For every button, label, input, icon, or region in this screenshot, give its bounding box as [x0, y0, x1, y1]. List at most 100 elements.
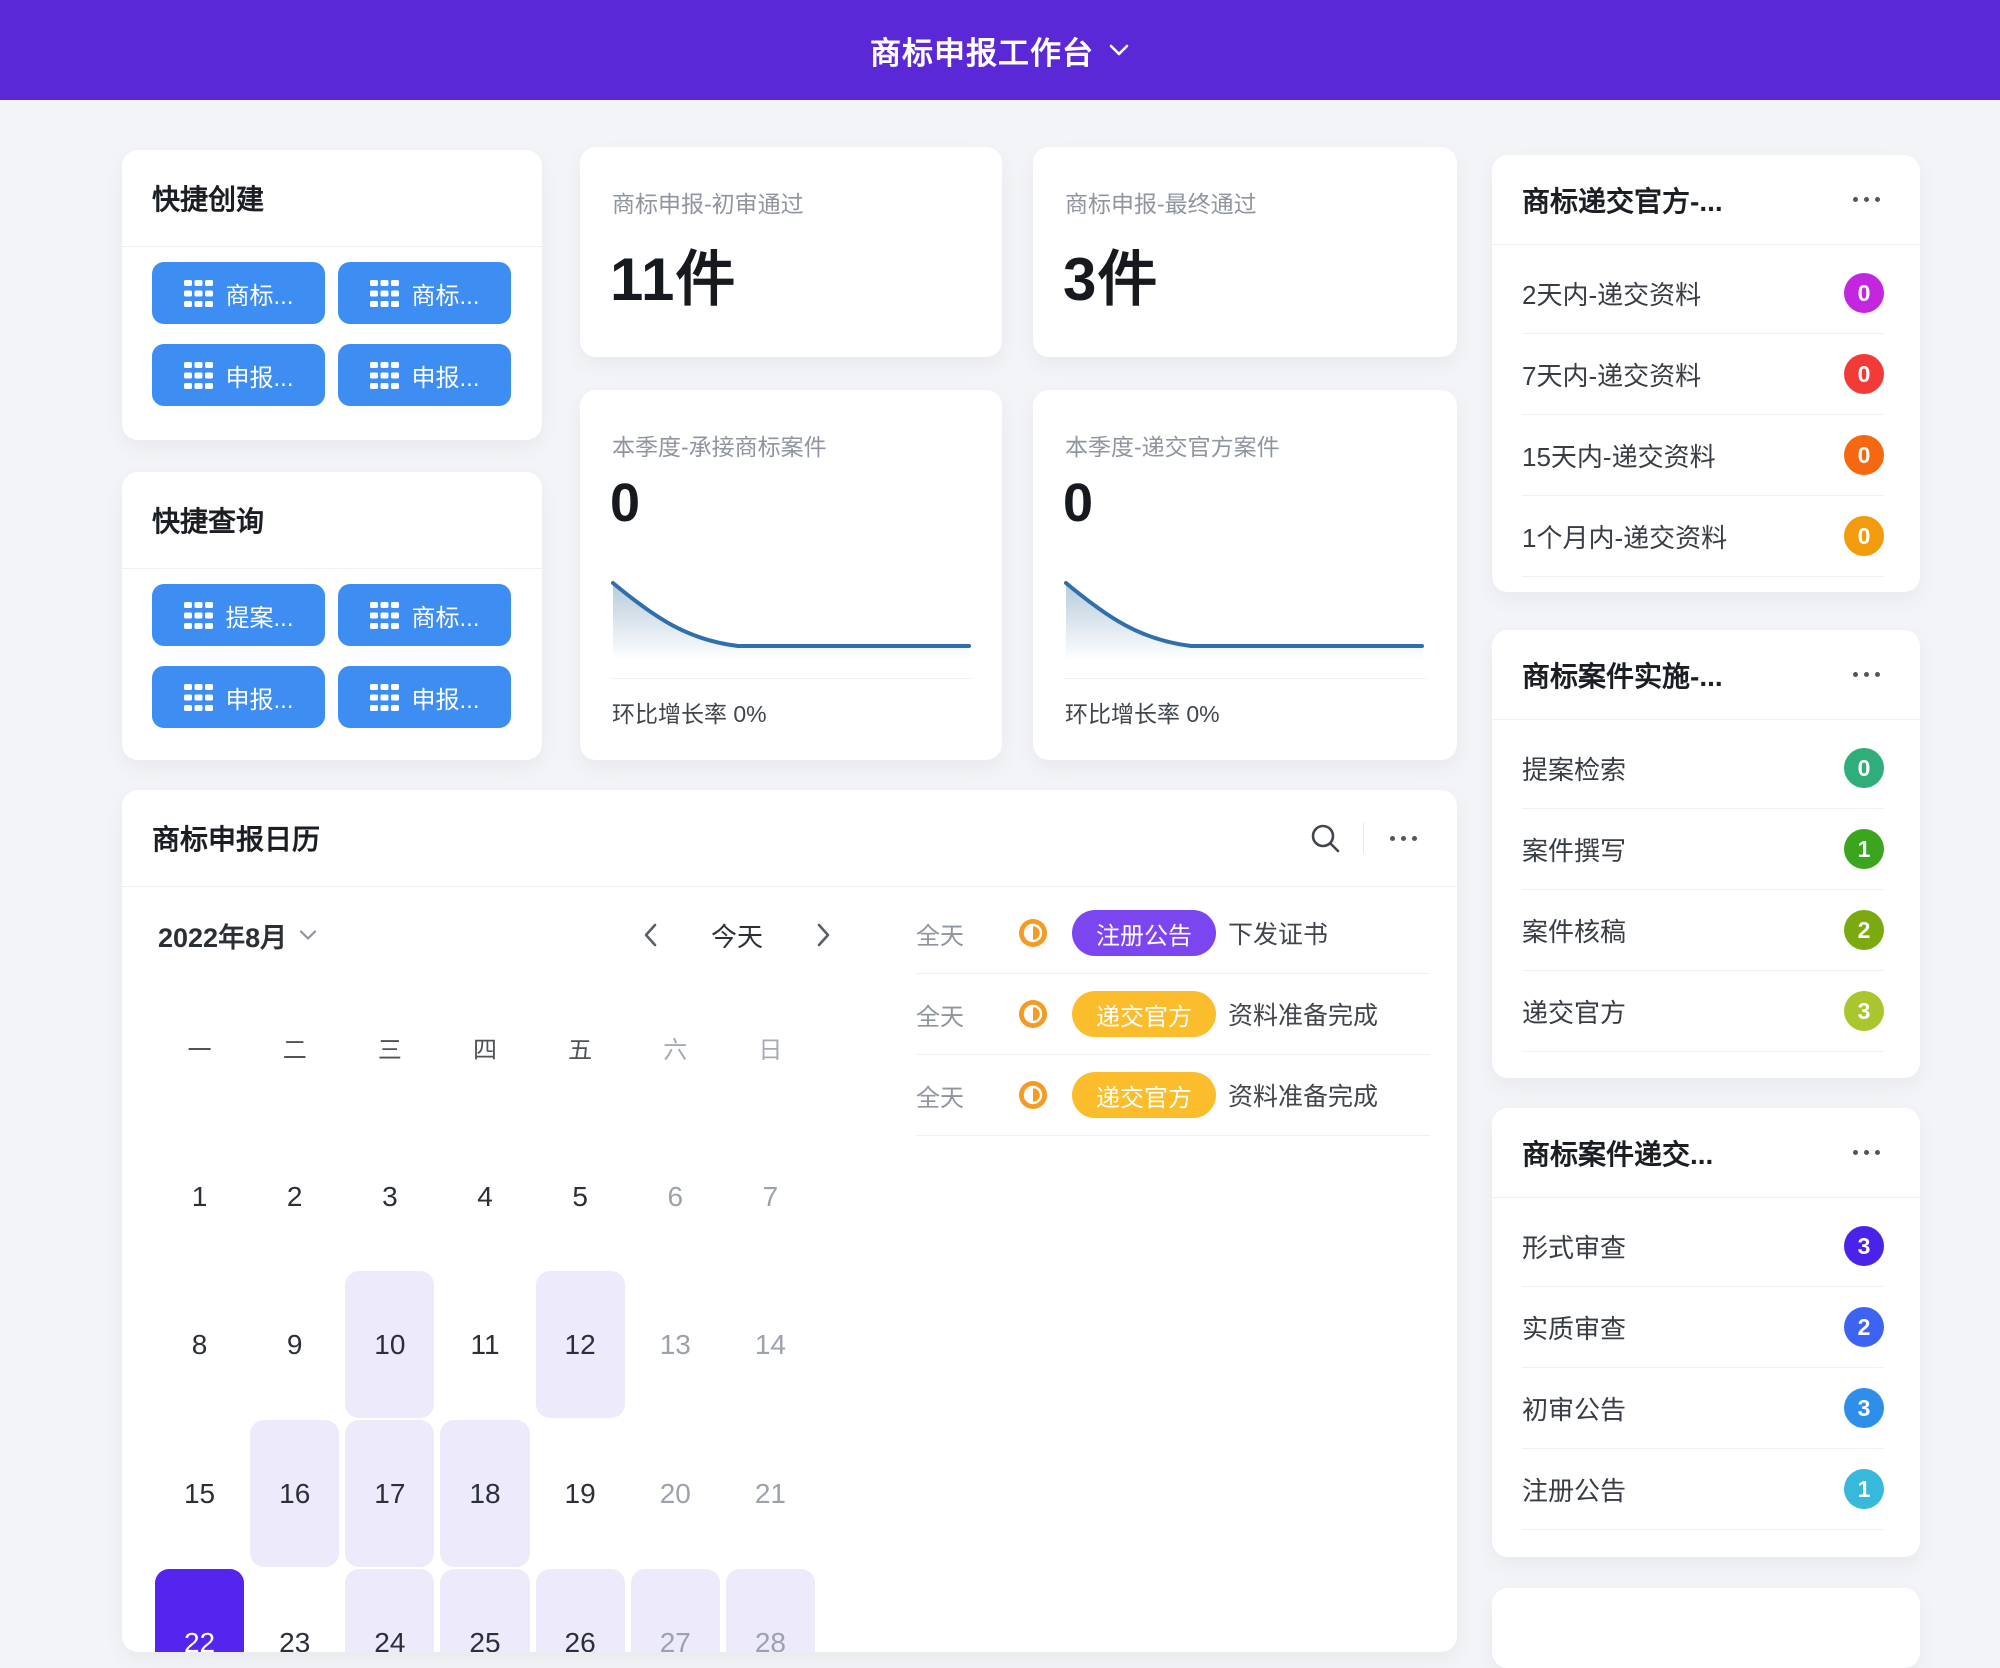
list-item-0[interactable]: 提案检索0	[1522, 728, 1884, 809]
calendar-day-5[interactable]: 5	[536, 1123, 625, 1270]
globe-icon	[1018, 918, 1048, 948]
calendar-day-18[interactable]: 18	[440, 1420, 529, 1567]
event-list: 全天注册公告下发证书全天递交官方资料准备完成全天递交官方资料准备完成	[916, 893, 1430, 1136]
weekday-label: 三	[345, 1030, 434, 1065]
more-icon[interactable]	[1384, 830, 1423, 847]
divider	[1363, 823, 1364, 853]
more-icon[interactable]	[1847, 1144, 1886, 1161]
calendar-day-3[interactable]: 3	[345, 1123, 434, 1270]
today-button[interactable]: 今天	[711, 917, 763, 954]
list-item-1[interactable]: 7天内-递交资料0	[1522, 334, 1884, 415]
calendar-week-row: 22232425262728	[155, 1569, 821, 1652]
stat-value: 3件	[1033, 219, 1457, 318]
calendar-day-21[interactable]: 21	[726, 1420, 815, 1567]
list-item-label: 2天内-递交资料	[1522, 275, 1701, 312]
calendar-day-20[interactable]: 20	[631, 1420, 720, 1567]
grid-icon	[369, 362, 400, 389]
count-badge: 2	[1844, 1307, 1884, 1347]
weekday-label: 六	[631, 1030, 720, 1065]
prev-month-icon[interactable]	[638, 918, 662, 952]
calendar-day-25[interactable]: 25	[440, 1569, 529, 1652]
list-item-1[interactable]: 实质审查 2	[1522, 1287, 1884, 1368]
right-card-case-submission: 商标案件递交...形式审查3实质审查2初审公告3注册公告1	[1492, 1108, 1920, 1557]
calendar-day-26[interactable]: 26	[536, 1569, 625, 1652]
calendar-day-15[interactable]: 15	[155, 1420, 244, 1567]
calendar-day-13[interactable]: 13	[631, 1271, 720, 1418]
calendar-day-22[interactable]: 22	[155, 1569, 244, 1652]
weekday-header-row: 一二三四五六日	[155, 1030, 821, 1065]
list-item-2[interactable]: 案件核稿 2	[1522, 890, 1884, 971]
right-card-rows: 2天内-递交资料07天内-递交资料015天内-递交资料01个月内-递交资料0	[1492, 245, 1920, 577]
calendar-day-8[interactable]: 8	[155, 1271, 244, 1418]
event-title: 下发证书	[1228, 915, 1328, 951]
right-card-title: 商标递交官方-...	[1522, 180, 1847, 220]
month-selector[interactable]: 2022年8月	[158, 908, 317, 962]
list-item-label: 形式审查	[1522, 1228, 1626, 1265]
calendar-day-27[interactable]: 27	[631, 1569, 720, 1652]
quick-query-header: 快捷查询	[122, 472, 542, 569]
quick-create-button-0[interactable]: 商标...	[152, 262, 325, 324]
trend-value: 0	[580, 462, 1002, 534]
more-icon[interactable]	[1847, 191, 1886, 208]
calendar-day-4[interactable]: 4	[440, 1123, 529, 1270]
quick-query-button-3[interactable]: 申报...	[338, 666, 511, 728]
count-badge: 3	[1844, 1226, 1884, 1266]
quick-create-button-3[interactable]: 申报...	[338, 344, 511, 406]
quick-create-button-1[interactable]: 商标...	[338, 262, 511, 324]
right-card-official-submission: 商标递交官方-... 2天内-递交资料07天内-递交资料015天内-递交资料01个…	[1492, 155, 1920, 592]
right-card-partial	[1492, 1588, 1920, 1668]
quick-query-card: 快捷查询 提案...商标...申报...申报...	[122, 472, 542, 760]
button-label: 申报...	[411, 680, 479, 715]
list-item-2[interactable]: 15天内-递交资料0	[1522, 415, 1884, 496]
list-item-2[interactable]: 初审公告 3	[1522, 1368, 1884, 1449]
list-item-label: 初审公告	[1522, 1390, 1626, 1427]
calendar-day-16[interactable]: 16	[250, 1420, 339, 1567]
list-item-3[interactable]: 1个月内-递交资料0	[1522, 496, 1884, 577]
search-icon[interactable]	[1307, 820, 1343, 856]
next-month-icon[interactable]	[812, 918, 836, 952]
event-row-2[interactable]: 全天递交官方资料准备完成	[916, 1055, 1430, 1136]
weekday-label: 日	[726, 1030, 815, 1065]
list-item-0[interactable]: 形式审查 3	[1522, 1206, 1884, 1287]
trend-label: 本季度-承接商标案件	[580, 390, 1002, 462]
list-item-label: 案件撰写	[1522, 831, 1626, 868]
event-row-1[interactable]: 全天递交官方资料准备完成	[916, 974, 1430, 1055]
right-card-header: 商标案件实施-...	[1492, 630, 1920, 720]
list-item-0[interactable]: 2天内-递交资料0	[1522, 253, 1884, 334]
globe-icon	[1018, 999, 1048, 1029]
quick-query-button-0[interactable]: 提案...	[152, 584, 325, 646]
quick-create-button-2[interactable]: 申报...	[152, 344, 325, 406]
right-card-case-implementation: 商标案件实施-...提案检索0案件撰写1 案件核稿 2 递交官方3	[1492, 630, 1920, 1078]
list-item-3[interactable]: 注册公告1	[1522, 1449, 1884, 1530]
calendar-day-19[interactable]: 19	[536, 1420, 625, 1567]
count-badge: 3	[1844, 991, 1884, 1031]
count-badge: 2	[1844, 910, 1884, 950]
quick-query-button-2[interactable]: 申报...	[152, 666, 325, 728]
quick-query-button-1[interactable]: 商标...	[338, 584, 511, 646]
chevron-down-icon[interactable]	[1108, 43, 1130, 57]
calendar-day-17[interactable]: 17	[345, 1420, 434, 1567]
count-badge: 3	[1844, 1388, 1884, 1428]
stat-card-final-approval: 商标申报-最终通过 3件	[1033, 147, 1457, 357]
calendar-day-24[interactable]: 24	[345, 1569, 434, 1652]
list-item-label: 案件核稿	[1522, 912, 1626, 949]
calendar-nav: 今天	[638, 908, 836, 962]
list-item-1[interactable]: 案件撰写1	[1522, 809, 1884, 890]
calendar-day-11[interactable]: 11	[440, 1271, 529, 1418]
calendar-day-23[interactable]: 23	[250, 1569, 339, 1652]
calendar-day-7[interactable]: 7	[726, 1123, 815, 1270]
more-icon[interactable]	[1847, 666, 1886, 683]
calendar-day-6[interactable]: 6	[631, 1123, 720, 1270]
calendar-day-14[interactable]: 14	[726, 1271, 815, 1418]
list-item-label: 实质审查	[1522, 1309, 1626, 1346]
button-label: 商标...	[225, 276, 293, 311]
calendar-day-1[interactable]: 1	[155, 1123, 244, 1270]
event-time: 全天	[916, 997, 974, 1032]
calendar-day-9[interactable]: 9	[250, 1271, 339, 1418]
calendar-day-2[interactable]: 2	[250, 1123, 339, 1270]
event-row-0[interactable]: 全天注册公告下发证书	[916, 893, 1430, 974]
calendar-day-12[interactable]: 12	[536, 1271, 625, 1418]
list-item-3[interactable]: 递交官方3	[1522, 971, 1884, 1052]
calendar-day-28[interactable]: 28	[726, 1569, 815, 1652]
calendar-day-10[interactable]: 10	[345, 1271, 434, 1418]
